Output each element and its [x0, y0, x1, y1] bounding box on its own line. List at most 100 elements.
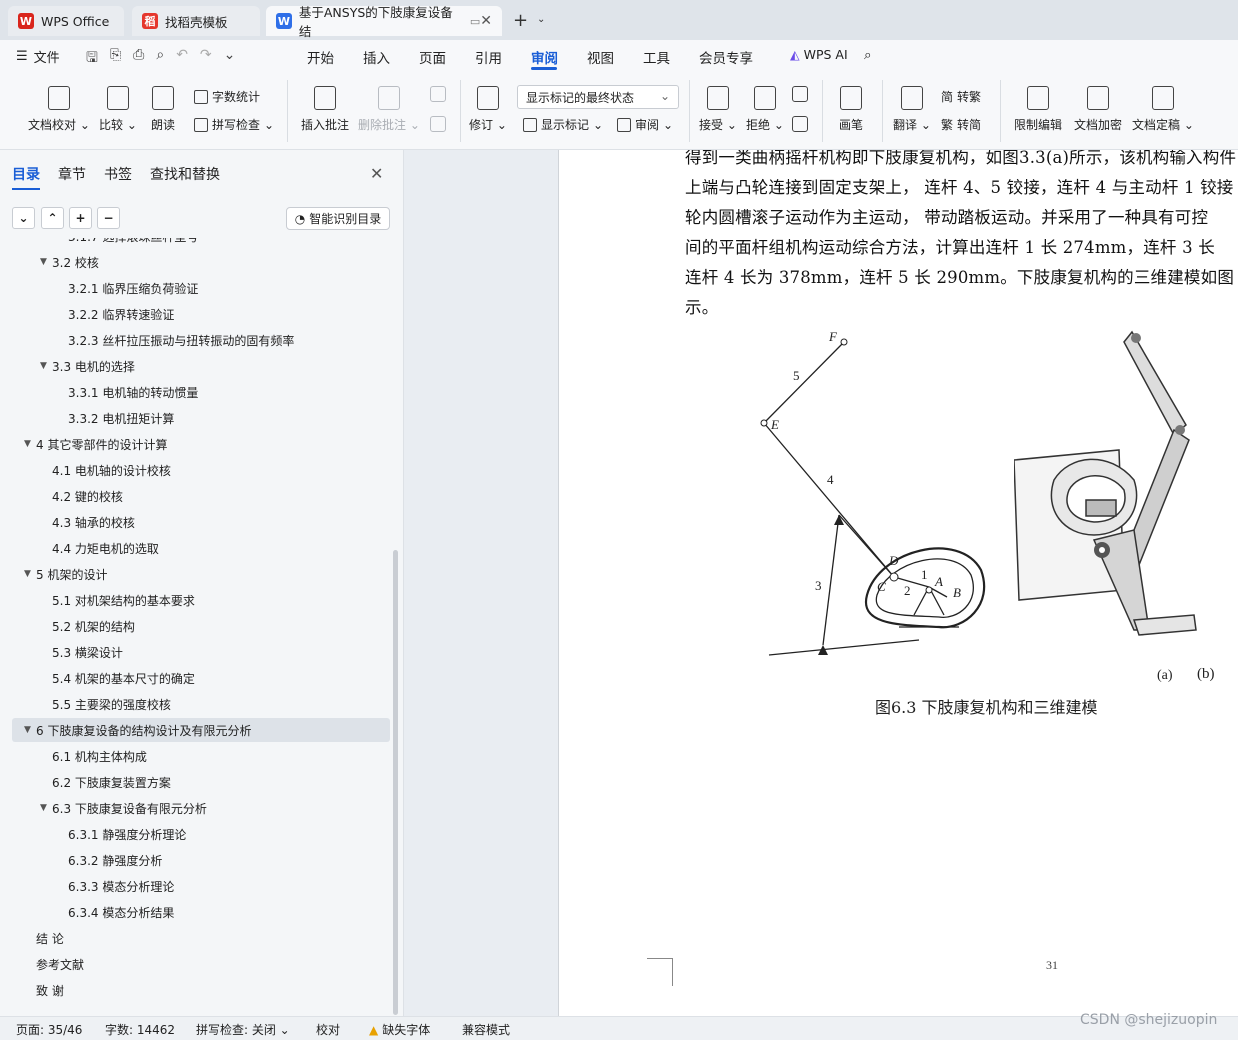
toc-item[interactable]: 6.3.4 模态分析结果: [12, 900, 390, 924]
wps-ai-button[interactable]: ◭ WPS AI: [790, 47, 848, 62]
toc-item[interactable]: 4.2 键的校核: [12, 484, 390, 508]
insert-comment-button[interactable]: 插入批注: [298, 86, 352, 133]
toc-item[interactable]: 3.2.1 临界压缩负荷验证: [12, 276, 390, 300]
add-heading-button[interactable]: +: [69, 207, 92, 229]
menu-reference[interactable]: 引用: [475, 47, 502, 67]
toc-item[interactable]: 5.5 主要梁的强度校核: [12, 692, 390, 716]
markup-state-select[interactable]: 显示标记的最终状态 ⌄: [517, 85, 679, 109]
toc-item[interactable]: 5.3 横梁设计: [12, 640, 390, 664]
expand-arrow-icon[interactable]: ▼: [40, 803, 52, 813]
toc-item[interactable]: 5.4 机架的基本尺寸的确定: [12, 666, 390, 690]
next-comment-button[interactable]: [428, 116, 448, 138]
tab-find-replace[interactable]: 查找和替换: [150, 164, 220, 190]
next-change-button[interactable]: [790, 116, 810, 138]
toc-item[interactable]: ▼ 6 下肢康复设备的结构设计及有限元分析: [12, 718, 390, 742]
tab-wps-office[interactable]: W WPS Office: [8, 6, 124, 36]
word-count-indicator[interactable]: 字数: 14462: [105, 1021, 175, 1038]
toc-item[interactable]: 3.1.7 选择滚珠丝杆型号: [12, 238, 390, 248]
toc-item[interactable]: 6.3.3 模态分析理论: [12, 874, 390, 898]
remove-heading-button[interactable]: −: [97, 207, 120, 229]
toc-item[interactable]: 3.3.2 电机扭矩计算: [12, 406, 390, 430]
toc-item[interactable]: 4.3 轴承的校核: [12, 510, 390, 534]
toc-item[interactable]: 6.2 下肢康复装置方案: [12, 770, 390, 794]
missing-font-status[interactable]: ▲ 缺失字体: [369, 1021, 430, 1038]
translate-button[interactable]: 翻译 ⌄: [892, 86, 932, 133]
monitor-icon[interactable]: ▭: [470, 15, 480, 28]
export-icon[interactable]: ⎘: [110, 47, 121, 71]
revise-button[interactable]: 修订 ⌄: [468, 86, 508, 133]
toc-item[interactable]: 5.2 机架的结构: [12, 614, 390, 638]
prev-change-button[interactable]: [790, 86, 810, 108]
encrypt-button[interactable]: 文档加密: [1072, 86, 1124, 133]
tab-list-chevron-icon[interactable]: ⌄: [537, 14, 545, 25]
file-menu[interactable]: ☰ 文件: [16, 47, 60, 66]
prev-comment-button[interactable]: [428, 86, 448, 108]
save-icon[interactable]: 🖫: [86, 47, 98, 71]
toc-item[interactable]: 6.1 机构主体构成: [12, 744, 390, 768]
toc-item[interactable]: 致 谢: [12, 978, 390, 1002]
toc-item[interactable]: ▼ 6.3 下肢康复设备有限元分析: [12, 796, 390, 820]
reject-button[interactable]: 拒绝 ⌄: [745, 86, 785, 133]
restrict-edit-button[interactable]: 限制编辑: [1012, 86, 1064, 133]
word-count-button[interactable]: 字数统计: [194, 88, 260, 105]
to-simplified-button[interactable]: 繁 转简: [941, 116, 981, 133]
menu-tools[interactable]: 工具: [643, 47, 670, 67]
toc-item[interactable]: ▼ 3.3 电机的选择: [12, 354, 390, 378]
redo-icon[interactable]: ↷: [200, 47, 212, 71]
spell-check-status[interactable]: 拼写检查: 关闭 ⌄: [196, 1021, 290, 1038]
tab-docer-templates[interactable]: 稻 找稻壳模板: [132, 6, 260, 36]
expand-up-button[interactable]: ⌃: [41, 207, 64, 229]
menu-insert[interactable]: 插入: [363, 47, 390, 67]
toc-item[interactable]: 5.1 对机架结构的基本要求: [12, 588, 390, 612]
document-page[interactable]: 得到一类曲柄摇杆机构即下肢康复机构，如图3.3(a)所示，该机构输入构件 1 是…: [558, 150, 1238, 1016]
expand-arrow-icon[interactable]: ▼: [24, 569, 36, 579]
finalize-button[interactable]: 文档定稿 ⌄: [1132, 86, 1194, 133]
toc-item[interactable]: 4.1 电机轴的设计校核: [12, 458, 390, 482]
toc-item[interactable]: 6.3.2 静强度分析: [12, 848, 390, 872]
expand-arrow-icon[interactable]: ▼: [40, 257, 52, 267]
review-pane-button[interactable]: 审阅 ⌄: [617, 116, 673, 133]
delete-comment-button[interactable]: 删除批注 ⌄: [358, 86, 420, 133]
menu-start[interactable]: 开始: [307, 47, 334, 67]
smart-toc-button[interactable]: ◔ 智能识别目录: [286, 207, 390, 230]
compat-mode-status[interactable]: 兼容模式: [462, 1021, 510, 1038]
tab-chapters[interactable]: 章节: [58, 164, 86, 190]
tab-current-document[interactable]: W 基于ANSYS的下肢康复设备结 ▭ ✕: [266, 5, 502, 39]
toc-item[interactable]: ▼ 4 其它零部件的设计计算: [12, 432, 390, 456]
expand-arrow-icon[interactable]: ▼: [24, 725, 36, 735]
tab-bookmarks[interactable]: 书签: [104, 164, 132, 190]
toc-item[interactable]: 结 论: [12, 926, 390, 950]
undo-icon[interactable]: ↶: [176, 47, 188, 71]
read-aloud-button[interactable]: 朗读: [148, 86, 178, 133]
compare-button[interactable]: 比较 ⌄: [98, 86, 138, 133]
toc-item[interactable]: 3.2.3 丝杆拉压振动与扭转振动的固有频率: [12, 328, 390, 352]
collapse-all-button[interactable]: ⌄: [12, 207, 35, 229]
accept-button[interactable]: 接受 ⌄: [698, 86, 738, 133]
close-pane-icon[interactable]: ✕: [370, 164, 383, 183]
doc-check-button[interactable]: 文档校对 ⌄: [28, 86, 90, 133]
spell-check-button[interactable]: 拼写检查 ⌄: [194, 116, 274, 133]
menu-review[interactable]: 审阅: [531, 47, 558, 67]
close-tab-icon[interactable]: ✕: [480, 13, 492, 29]
toc-item[interactable]: 4.4 力矩电机的选取: [12, 536, 390, 560]
toc-item[interactable]: 6.3.1 静强度分析理论: [12, 822, 390, 846]
toc-item[interactable]: ▼ 5 机架的设计: [12, 562, 390, 586]
menu-page[interactable]: 页面: [419, 47, 446, 67]
print-icon[interactable]: ⎙: [133, 47, 144, 71]
new-tab-icon[interactable]: +: [513, 10, 528, 31]
to-traditional-button[interactable]: 简 转繁: [941, 88, 981, 105]
page-indicator[interactable]: 页面: 35/46: [16, 1021, 82, 1038]
menu-view[interactable]: 视图: [587, 47, 614, 67]
tab-toc[interactable]: 目录: [12, 164, 40, 190]
toc-item[interactable]: 3.3.1 电机轴的转动惯量: [12, 380, 390, 404]
menu-membership[interactable]: 会员专享: [699, 47, 753, 67]
expand-arrow-icon[interactable]: ▼: [40, 361, 52, 371]
pen-button[interactable]: 画笔: [834, 86, 868, 133]
toc-scrollbar[interactable]: [393, 550, 398, 1015]
proof-status[interactable]: 校对: [316, 1021, 340, 1038]
show-markup-button[interactable]: 显示标记 ⌄: [523, 116, 603, 133]
toc-item[interactable]: 参考文献: [12, 952, 390, 976]
toc-item[interactable]: ▼ 3.2 校核: [12, 250, 390, 274]
expand-arrow-icon[interactable]: ▼: [24, 439, 36, 449]
toc-item[interactable]: 3.2.2 临界转速验证: [12, 302, 390, 326]
